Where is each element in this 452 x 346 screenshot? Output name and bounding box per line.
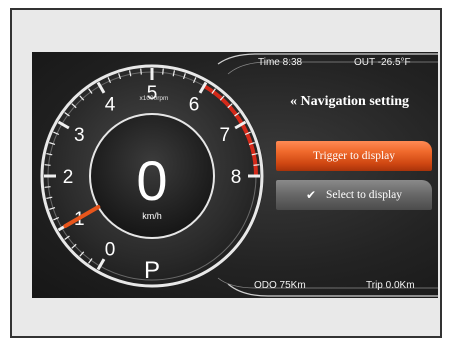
select-to-display-button[interactable]: ✔ Select to display: [276, 180, 432, 210]
outside-temperature: OUT -26.5°F: [354, 57, 411, 68]
navigation-setting-title[interactable]: « Navigation setting: [290, 94, 409, 110]
trigger-to-display-label: Trigger to display: [313, 150, 395, 162]
tick-label-7: 7: [219, 125, 230, 146]
tachometer-gauge: 012345678 x1000rpm 0 km/h P: [40, 64, 264, 288]
odometer-readout: ODO 75Km: [254, 280, 306, 291]
instrument-cluster-screen: Time 8:38 OUT -26.5°F 012345678 x1000rpm…: [32, 52, 438, 298]
trigger-to-display-button[interactable]: Trigger to display: [276, 141, 432, 171]
tick-label-0: 0: [105, 240, 116, 261]
minor-tick: [44, 164, 51, 166]
select-to-display-label: Select to display: [326, 189, 403, 201]
minor-tick: [44, 186, 51, 188]
tick-label-4: 4: [105, 94, 116, 115]
trip-readout: Trip 0.0Km: [366, 280, 415, 291]
tick-label-8: 8: [231, 167, 242, 188]
gauge-unit-label: x1000rpm: [140, 95, 169, 102]
minor-tick: [162, 68, 164, 75]
gear-indicator: P: [144, 257, 160, 284]
tick-label-2: 2: [63, 167, 74, 188]
minor-tick: [253, 164, 260, 166]
tick-label-6: 6: [189, 94, 200, 115]
speed-value: 0: [136, 149, 167, 212]
tick-label-3: 3: [74, 125, 85, 146]
minor-tick: [140, 68, 142, 75]
speed-unit: km/h: [142, 211, 162, 221]
check-icon: ✔: [305, 188, 317, 202]
